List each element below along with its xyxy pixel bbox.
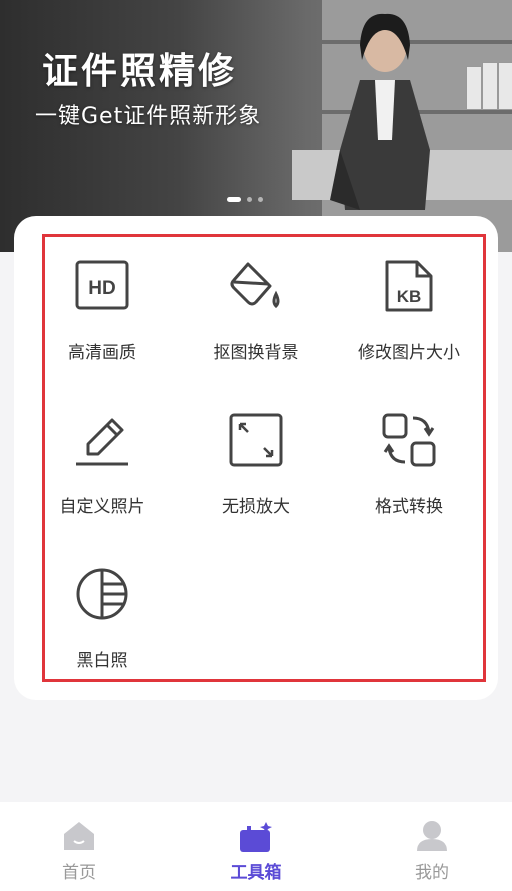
tool-lossless-upscale[interactable]: 无损放大 [181,412,331,542]
home-icon [64,822,94,850]
convert-icon [382,413,436,467]
tool-cutout-background[interactable]: 抠图换背景 [181,258,331,388]
tool-format-convert[interactable]: 格式转换 [334,412,484,542]
black-white-icon [76,568,128,620]
tool-label: 黑白照 [76,651,128,671]
carousel-indicator [227,197,263,202]
banner-portrait-image [330,13,430,210]
tool-hd-quality[interactable]: HD 高清画质 [27,258,177,388]
tab-home[interactable]: 首页 [19,802,139,891]
kb-file-icon: KB [385,260,433,312]
tool-label: 自定义照片 [59,497,145,517]
carousel-dot [247,197,252,202]
banner-title: 证件照精修 [42,51,238,92]
expand-icon [229,413,283,467]
tool-custom-photo[interactable]: 自定义照片 [27,412,177,542]
user-icon [417,821,447,851]
tool-resize-image[interactable]: KB 修改图片大小 [334,258,484,388]
tab-home-label: 首页 [62,863,96,883]
svg-text:KB: KB [397,287,422,306]
toolbox-icon [240,822,272,852]
tool-label: 无损放大 [222,497,290,517]
svg-text:HD: HD [88,278,115,299]
tool-label: 抠图换背景 [213,343,299,363]
tool-black-white[interactable]: 黑白照 [27,566,177,696]
tab-mine[interactable]: 我的 [372,802,492,891]
tab-mine-label: 我的 [415,863,449,883]
banner-subtitle: 一键Get证件照新形象 [35,104,262,129]
carousel-dot [258,197,263,202]
tool-label: 修改图片大小 [358,343,460,363]
tab-toolbox-label: 工具箱 [230,863,282,883]
paint-bucket-icon [230,262,280,309]
hero-banner[interactable]: 证件照精修 一键Get证件照新形象 [0,0,512,252]
tab-toolbox[interactable]: 工具箱 [196,802,316,891]
hd-icon: HD [75,260,129,310]
bottom-tab-bar: 首页 工具箱 我的 [0,802,512,891]
tool-label: 格式转换 [375,497,443,517]
pencil-icon [76,418,128,466]
tool-label: 高清画质 [68,343,136,363]
carousel-dot-active [227,197,241,202]
